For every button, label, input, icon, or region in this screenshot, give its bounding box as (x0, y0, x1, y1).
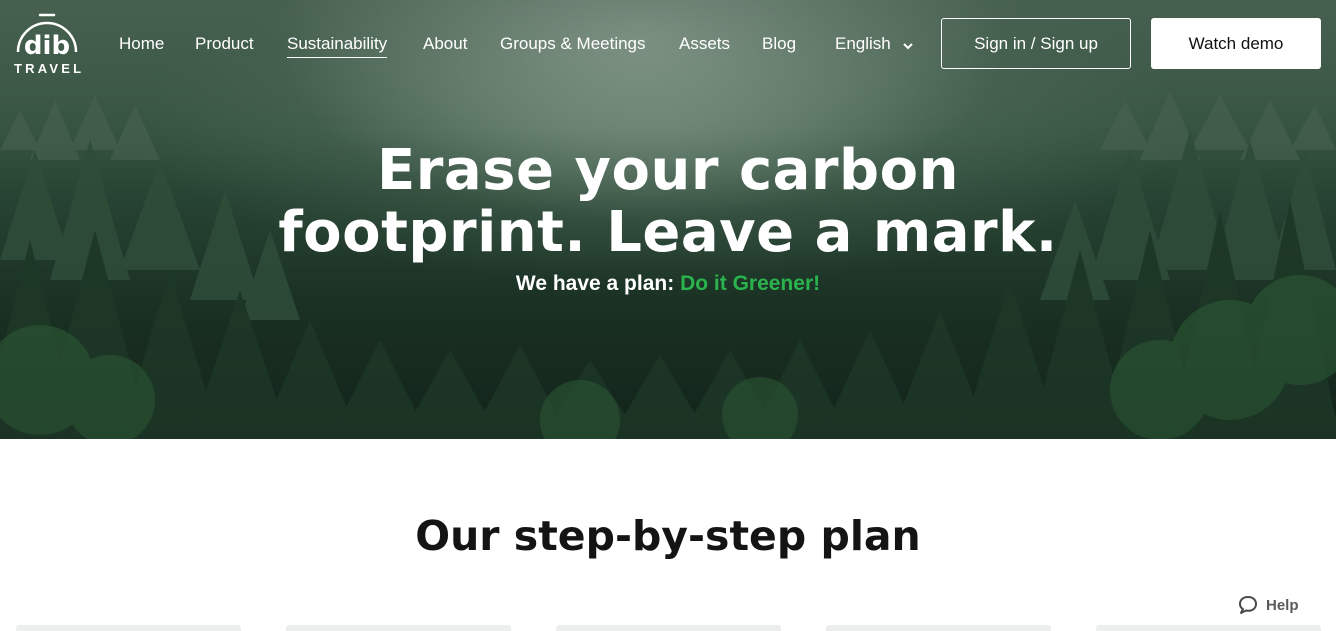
nav-sustainability[interactable]: Sustainability (287, 34, 388, 58)
dib-travel-logo[interactable]: dib TRAVEL (12, 12, 82, 76)
hero-headline: Erase your carbon footprint. Leave a mar… (218, 140, 1118, 264)
plan-card (1096, 625, 1321, 631)
nav-groups-meetings[interactable]: Groups & Meetings (500, 34, 646, 54)
plan-card (826, 625, 1051, 631)
nav-home[interactable]: Home (119, 34, 164, 54)
plan-card (16, 625, 241, 631)
language-selector[interactable]: English (835, 34, 914, 55)
plan-section-title: Our step-by-step plan (415, 512, 921, 560)
plan-card (286, 625, 511, 631)
hero-banner: dib TRAVEL Home Product Sustainability A… (0, 0, 1336, 439)
subheadline-prefix: We have a plan: (515, 272, 675, 295)
language-label: English (835, 34, 891, 53)
subheadline-accent: Do it Greener! (680, 272, 821, 295)
nav-assets[interactable]: Assets (679, 34, 730, 54)
chevron-down-icon (902, 35, 914, 55)
logo-text: TRAVEL (14, 61, 85, 76)
watch-demo-button[interactable]: Watch demo (1151, 18, 1321, 69)
help-label: Help (1266, 596, 1299, 614)
help-widget[interactable]: Help (1238, 594, 1299, 616)
chat-bubble-icon (1239, 596, 1257, 614)
headline-line-1: Erase your carbon (377, 138, 959, 203)
plan-card (556, 625, 781, 631)
nav-product[interactable]: Product (195, 34, 254, 54)
nav-about[interactable]: About (423, 34, 467, 54)
nav-blog[interactable]: Blog (762, 34, 796, 54)
hero-subheadline: We have a plan: Do it Greener! (0, 272, 1336, 296)
logo-mark-text: dib (24, 31, 70, 60)
logo-mark-icon: dib (16, 13, 78, 60)
headline-line-2: footprint. Leave a mark. (278, 200, 1058, 265)
sign-in-button[interactable]: Sign in / Sign up (941, 18, 1131, 69)
